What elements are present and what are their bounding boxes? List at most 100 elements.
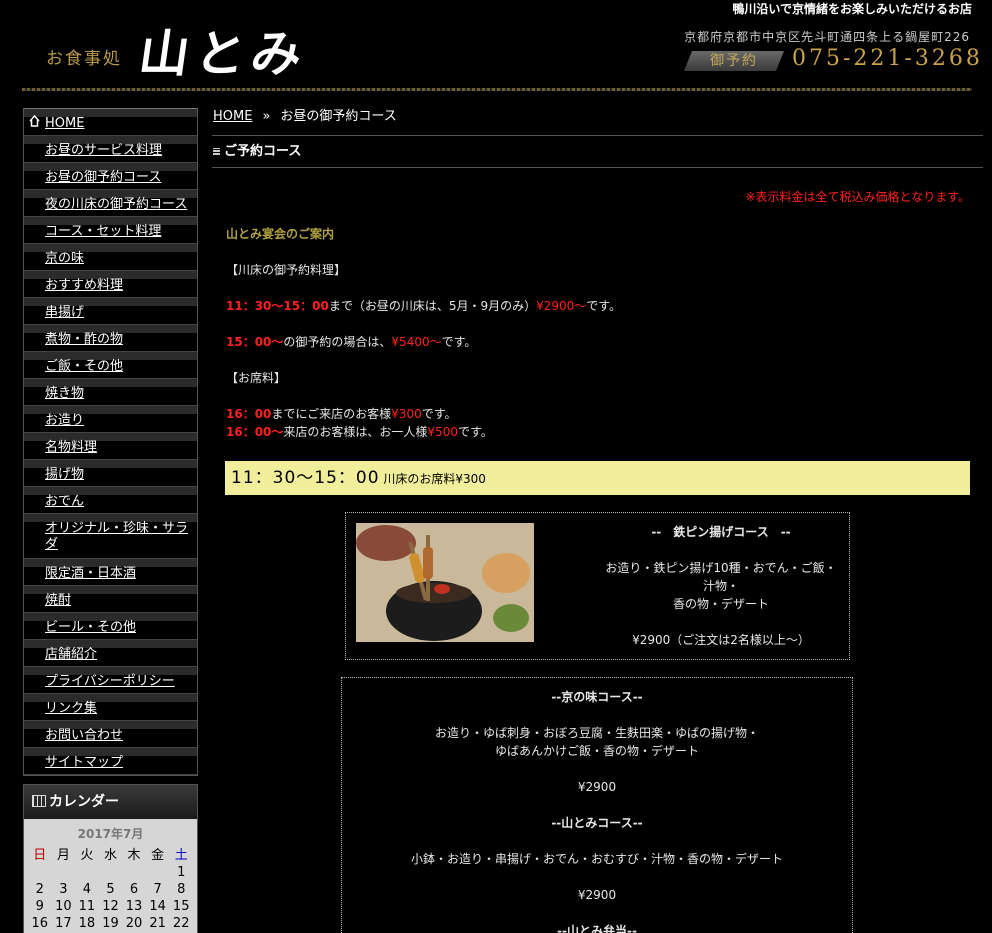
calendar-weekday: 月 (56, 848, 70, 863)
calendar-title-text: カレンダー (49, 794, 119, 810)
calendar-day[interactable]: 13 (122, 899, 146, 914)
course-title: -- 鉄ピン揚げコース -- (651, 525, 791, 539)
sidebar-item-lunch-reserve[interactable]: お昼の御予約コース (24, 163, 197, 190)
calendar-day[interactable]: 1 (169, 865, 193, 880)
calendar-weekday: 水 (103, 848, 117, 863)
sidebar-item-lunch-service[interactable]: お昼のサービス料理 (24, 136, 197, 163)
info-price: ¥5400〜 (391, 335, 442, 349)
calendar-day[interactable]: 18 (75, 916, 99, 931)
calendar-weekday: 土 (174, 848, 188, 863)
header-tagline: 鴨川沿いで京情緒をお楽しみいただけるお店 (732, 2, 972, 16)
calendar-day (122, 865, 146, 880)
calendar-weekday: 火 (80, 848, 94, 863)
info-line-2: 15：00〜の御予約の場合は、¥5400〜です。 (226, 333, 983, 351)
calendar-weekday: 金 (151, 848, 165, 863)
calendar-day[interactable]: 15 (169, 899, 193, 914)
calendar-day[interactable]: 2 (28, 882, 52, 897)
calendar-day[interactable]: 14 (146, 899, 170, 914)
info-text: までにご来店のお客様 (271, 407, 392, 421)
course-desc-line: 汁物・ (702, 579, 739, 593)
calendar-day (99, 865, 123, 880)
sidebar-item-home[interactable]: HOME (24, 109, 197, 136)
sidebar-item-agemono[interactable]: 揚げ物 (24, 460, 197, 487)
calendar-day[interactable]: 21 (146, 916, 170, 931)
calendar-day[interactable]: 7 (146, 882, 170, 897)
sidebar-item-night-kawadoko[interactable]: 夜の川床の御予約コース (24, 190, 197, 217)
calendar-day (146, 865, 170, 880)
info-text: です。 (457, 425, 493, 439)
info-text: です。 (441, 335, 477, 349)
calendar-title: カレンダー (24, 785, 197, 819)
calendar-day[interactable]: 17 (52, 916, 76, 931)
course-photo (356, 523, 534, 642)
sidebar-item-contact[interactable]: お問い合わせ (24, 721, 197, 748)
sidebar-item-privacy[interactable]: プライバシーポリシー (24, 667, 197, 694)
calendar-widget: カレンダー 2017年7月 日月火水木金土 1 2 3 4 5 6 7 8 9 10 11 12 13 14… (23, 784, 198, 933)
seat-fee-label: 【お席料】 (226, 371, 287, 385)
sidebar-item-yakimono[interactable]: 焼き物 (24, 379, 197, 406)
info-price: ¥500 (427, 425, 458, 439)
sidebar-item-kushiage[interactable]: 串揚げ (24, 298, 197, 325)
course-description: -- 鉄ピン揚げコース -- お造り・鉄ピン揚げ10種・おでん・ご飯・ 汁物・ … (586, 523, 856, 649)
calendar-day[interactable]: 20 (122, 916, 146, 931)
course-list-box: --京の味コース-- お造り・ゆば刺身・おぼろ豆腐・生麩田楽・ゆばの揚げ物・ ゆ… (341, 677, 853, 933)
calendar-day[interactable]: 3 (52, 882, 76, 897)
course-price: ¥2900（ご注文は2名様以上〜） (632, 633, 810, 647)
calendar-weekday: 木 (127, 848, 141, 863)
sidebar-item-original[interactable]: オリジナル・珍味・サラダ (24, 514, 197, 559)
calendar-day[interactable]: 9 (28, 899, 52, 914)
main-content: HOME » お昼の御予約コース ご予約コース ※表示料金は全て税込み価格となります… (212, 108, 983, 933)
calendar-day[interactable]: 12 (99, 899, 123, 914)
header-divider (22, 88, 972, 91)
sidebar-item-store-info[interactable]: 店舗紹介 (24, 640, 197, 667)
sidebar-item-gohan[interactable]: ご飯・その他 (24, 352, 197, 379)
sidebar-item-links[interactable]: リンク集 (24, 694, 197, 721)
calendar-body: 2017年7月 日月火水木金土 1 2 3 4 5 6 7 8 9 10 11 12 13 14 15 16 17… (24, 819, 197, 933)
info-text: 来店のお客様は、お一人様 (283, 425, 428, 439)
info-text: です。 (586, 299, 622, 313)
breadcrumb-home-link[interactable]: HOME (213, 109, 252, 124)
sidebar-item-recommended[interactable]: おすすめ料理 (24, 271, 197, 298)
course-desc-line: 香の物・デザート (672, 597, 769, 611)
seat-fee-banner: 11：30〜15：00 川床のお席料¥300 (225, 461, 970, 495)
teppin-pot-image (356, 523, 534, 642)
calendar-day[interactable]: 19 (99, 916, 123, 931)
calendar-day[interactable]: 4 (75, 882, 99, 897)
calendar-day[interactable]: 16 (28, 916, 52, 931)
course-desc-line: お造り・鉄ピン揚げ10種・おでん・ご飯・ (605, 561, 837, 575)
calendar-grid: 日月火水木金土 1 2 3 4 5 6 7 8 9 10 11 12 13 14 15 16 17 18 19 20 21… (28, 844, 193, 931)
sidebar-item-meibutsu[interactable]: 名物料理 (24, 433, 197, 460)
sidebar-item-oden[interactable]: おでん (24, 487, 197, 514)
info-time: 11：30〜15：00 (226, 299, 329, 313)
info-time: 16：00 (226, 407, 272, 421)
phone-number: 075-221-3268 (792, 46, 983, 71)
calendar-day[interactable]: 6 (122, 882, 146, 897)
sidebar-item-label: HOME (45, 116, 85, 131)
info-time: 15：00〜 (226, 335, 284, 349)
sidebar-item-kyo-aji[interactable]: 京の味 (24, 244, 197, 271)
sidebar-item-shochu[interactable]: 焼酎 (24, 586, 197, 613)
info-line-1: 11：30〜15：00まで（お昼の川床は、5月・9月のみ）¥2900〜です。 (226, 297, 983, 315)
calendar-day[interactable]: 5 (99, 882, 123, 897)
sidebar-item-beer[interactable]: ビール・その他 (24, 613, 197, 640)
course-title: --山とみ弁当-- (557, 924, 637, 933)
course-title: --山とみコース-- (551, 816, 643, 830)
course-price: ¥2900 (577, 888, 617, 902)
calendar-day (28, 865, 52, 880)
site-header: 鴨川沿いで京情緒をお楽しみいただけるお店 お食事処 山とみ 京都府京都市中京区先… (0, 0, 992, 94)
course-desc-line: 小鉢・お造り・串揚げ・おでん・おむすび・汁物・香の物・デザート (410, 852, 783, 866)
sidebar-item-sitemap[interactable]: サイトマップ (24, 748, 197, 775)
calendar-day[interactable]: 11 (75, 899, 99, 914)
calendar-day[interactable]: 22 (169, 916, 193, 931)
sidebar: HOME お昼のサービス料理 お昼の御予約コース 夜の川床の御予約コース コース… (23, 108, 198, 933)
calendar-day[interactable]: 10 (52, 899, 76, 914)
sidebar-item-otsukuri[interactable]: お造り (24, 406, 197, 433)
sidebar-item-nimono[interactable]: 煮物・酢の物 (24, 325, 197, 352)
sidebar-item-sake[interactable]: 限定酒・日本酒 (24, 559, 197, 586)
sidebar-item-course-set[interactable]: コース・セット料理 (24, 217, 197, 244)
calendar-day[interactable]: 8 (169, 882, 193, 897)
logo-subtitle: お食事処 (46, 49, 122, 69)
info-price: ¥2900〜 (536, 299, 587, 313)
site-logo[interactable]: 山とみ (135, 14, 313, 86)
banner-text: 川床のお席料¥300 (383, 472, 486, 486)
